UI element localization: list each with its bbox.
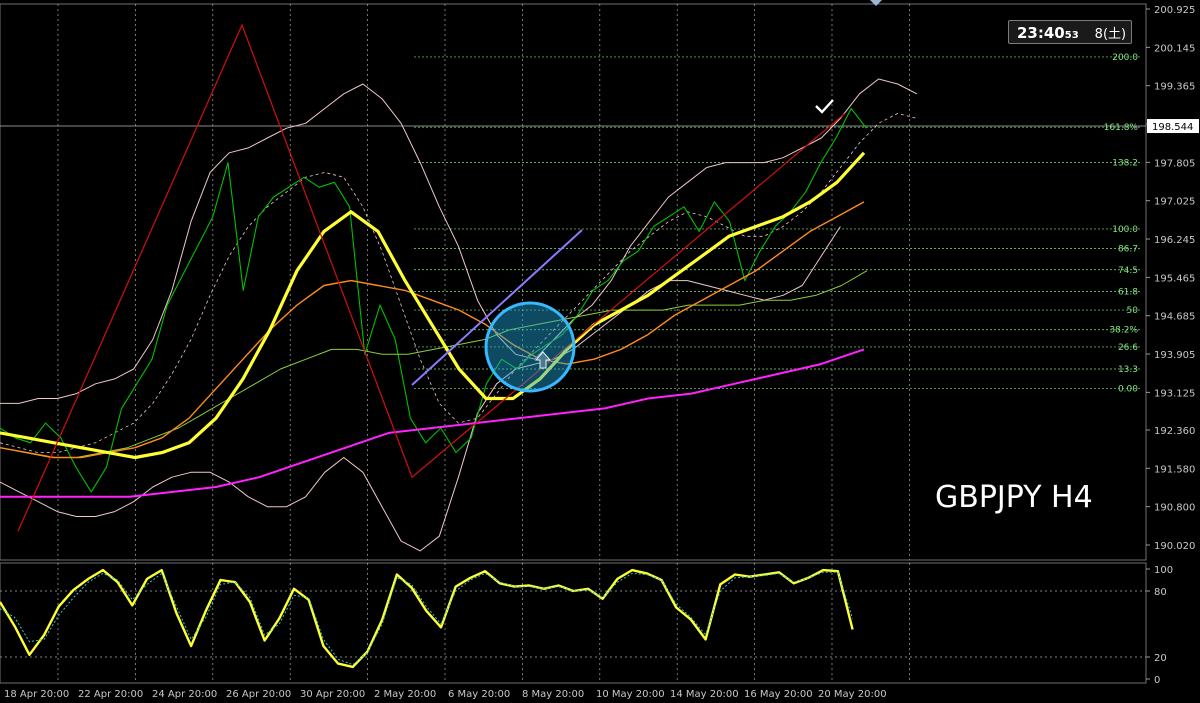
x-tick-label: 18 Apr 20:00 bbox=[4, 689, 69, 700]
y-tick-label: 194.685 bbox=[1154, 312, 1195, 323]
fib-level-label: 100.0 bbox=[1112, 225, 1138, 235]
x-tick-label: 10 May 20:00 bbox=[596, 689, 665, 700]
fib-level-label: 0.00 bbox=[1118, 385, 1138, 395]
y-tick-label: 200.145 bbox=[1154, 43, 1195, 54]
fib-level-label: 50 bbox=[1127, 306, 1139, 316]
y-tick-label: 190.800 bbox=[1154, 503, 1195, 514]
x-tick-label: 14 May 20:00 bbox=[670, 689, 739, 700]
y-tick-label: 197.025 bbox=[1154, 197, 1195, 208]
y-tick-label: 192.360 bbox=[1154, 426, 1195, 437]
fib-level-label: 86.7 bbox=[1118, 245, 1138, 255]
fib-level-label: 38.2% bbox=[1109, 326, 1138, 336]
x-tick-label: 30 Apr 20:00 bbox=[300, 689, 365, 700]
current-price-label: 198.544 bbox=[1152, 122, 1193, 133]
chart[interactable]: 18 Apr 20:00 22 Apr 20:00 24 Apr 20:00 26 A… bbox=[0, 0, 1200, 703]
x-tick-label: 26 Apr 20:00 bbox=[226, 689, 291, 700]
stoch-tick-label: 20 bbox=[1154, 653, 1167, 664]
y-tick-label: 195.465 bbox=[1154, 273, 1195, 284]
fib-level-label: 200.0 bbox=[1112, 53, 1138, 63]
y-tick-label: 191.580 bbox=[1154, 464, 1195, 475]
y-tick-label: 200.925 bbox=[1154, 5, 1195, 16]
y-tick-label: 190.020 bbox=[1154, 541, 1195, 552]
series-bb_upper bbox=[0, 78, 918, 404]
y-tick-label: 199.365 bbox=[1154, 82, 1195, 93]
fib-level-label: 161.8% bbox=[1104, 123, 1139, 133]
chart-shift-marker-icon bbox=[870, 0, 882, 6]
y-tick-label: 193.125 bbox=[1154, 388, 1195, 399]
stoch-tick-label: 100 bbox=[1154, 565, 1173, 576]
main-panel-frame bbox=[0, 3, 1147, 561]
x-tick-label: 8 May 20:00 bbox=[522, 689, 584, 700]
fib-level-label: 13.3 bbox=[1118, 365, 1138, 375]
y-tick-label: 193.905 bbox=[1154, 350, 1195, 361]
series-bb_mid bbox=[0, 113, 917, 454]
stoch-tick-label: 0 bbox=[1154, 675, 1160, 686]
fib-level-label: 61.8 bbox=[1118, 287, 1138, 297]
x-tick-label: 6 May 20:00 bbox=[448, 689, 510, 700]
fib-level-label: 138.2 bbox=[1112, 159, 1138, 169]
check-icon bbox=[815, 99, 834, 114]
x-tick-label: 2 May 20:00 bbox=[374, 689, 436, 700]
x-tick-label: 22 Apr 20:00 bbox=[78, 689, 143, 700]
x-tick-label: 20 May 20:00 bbox=[818, 689, 887, 700]
stoch-tick-label: 80 bbox=[1154, 587, 1167, 598]
fib-level-label: 74.5 bbox=[1118, 266, 1138, 276]
y-tick-label: 196.245 bbox=[1154, 235, 1195, 246]
x-tick-label: 24 Apr 20:00 bbox=[152, 689, 217, 700]
stochastic-panel-frame bbox=[0, 562, 1147, 684]
fib-level-label: 26.6 bbox=[1118, 343, 1138, 353]
y-tick-label: 197.805 bbox=[1154, 158, 1195, 169]
series-stoch_main bbox=[0, 568, 854, 669]
series-stoch_signal bbox=[0, 571, 854, 666]
x-tick-label: 16 May 20:00 bbox=[744, 689, 813, 700]
highlight-circle bbox=[484, 301, 576, 393]
